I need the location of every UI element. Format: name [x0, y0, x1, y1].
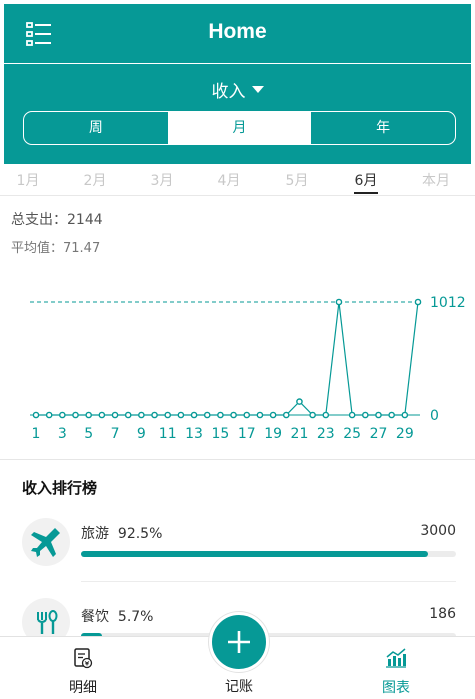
rank-item-name: 旅游 [81, 526, 109, 542]
data-point [98, 411, 106, 419]
data-point [217, 411, 224, 419]
x-tick-label: 5 [84, 426, 93, 442]
x-tick-label: 11 [159, 426, 177, 442]
top-app-bar: Home [4, 4, 471, 63]
x-tick-label: 13 [185, 426, 203, 442]
rank-item-name: 餐饮 [81, 609, 109, 625]
month-tab-2[interactable]: 2月 [70, 170, 120, 190]
segment-week[interactable]: 周 [24, 112, 168, 144]
x-tick-label: 21 [291, 426, 309, 442]
x-tick-label: 3 [58, 426, 67, 442]
rank-progress-track [81, 551, 456, 557]
dropdown-label: 收入 [211, 82, 246, 102]
caret-down-icon [251, 86, 264, 93]
reference-line-label: 0 [430, 408, 439, 424]
data-point [177, 411, 185, 419]
x-tick-label: 25 [343, 426, 361, 442]
data-point [348, 411, 356, 419]
data-point [111, 411, 119, 419]
nav-tab-details[interactable]: 明细 [38, 637, 128, 699]
data-point [401, 411, 409, 419]
nav-tab-charts[interactable]: 图表 [351, 637, 441, 699]
data-point [335, 298, 343, 306]
data-point [190, 411, 198, 419]
month-tab-current[interactable]: 本月 [411, 170, 461, 190]
segment-month[interactable]: 月 [167, 112, 312, 144]
data-point [309, 411, 316, 419]
receipt-icon [74, 648, 93, 669]
x-tick-label: 7 [111, 426, 120, 442]
add-record-label: 记账 [225, 679, 253, 695]
rank-item-percent: 92.5% [117, 526, 163, 542]
add-record-button[interactable] [209, 612, 269, 672]
plus-icon [228, 631, 250, 653]
data-point [282, 411, 290, 419]
data-point [256, 411, 264, 419]
rank-item-label: 餐饮 5.7% [81, 606, 153, 626]
daily-line-chart: 101201 3 5 7 9 11 13 15 17 19 21 23 25 27 29 [30, 295, 466, 442]
period-segmented-control: 周 月 年 [23, 111, 456, 145]
row-divider [81, 581, 456, 582]
airplane-icon [31, 528, 60, 557]
rank-item-amount: 186 [429, 606, 456, 622]
x-tick-label: 15 [211, 426, 229, 442]
average-summary: 平均值：71.47 [11, 241, 101, 256]
data-point [164, 411, 172, 419]
data-point [138, 411, 145, 419]
x-tick-label: 19 [264, 426, 282, 442]
month-tab-4[interactable]: 4月 [204, 170, 254, 190]
rank-item-label: 旅游 92.5% [81, 523, 162, 543]
bar-chart-icon [386, 648, 406, 668]
x-tick-label: 23 [317, 426, 335, 442]
filter-panel: 收入 周 月 年 [4, 64, 471, 164]
active-month-indicator [354, 192, 378, 194]
data-point [72, 411, 79, 419]
rank-progress-fill [81, 551, 428, 557]
nav-tab-label: 图表 [382, 680, 410, 696]
x-tick-label: 27 [370, 426, 388, 442]
series-line [36, 301, 419, 416]
data-point [230, 411, 237, 419]
data-point [45, 411, 53, 419]
data-point [59, 411, 66, 419]
x-tick-label: 9 [137, 426, 146, 442]
rank-item-percent: 5.7% [117, 609, 154, 625]
segment-year[interactable]: 年 [311, 112, 455, 144]
data-point [322, 411, 330, 419]
data-point [362, 411, 369, 419]
x-tick-label: 29 [396, 426, 414, 442]
rank-item-icon-wrap [22, 518, 70, 566]
data-point [414, 298, 422, 306]
section-divider [0, 459, 475, 460]
data-point [269, 411, 277, 419]
data-point [375, 411, 382, 419]
data-point [85, 411, 92, 419]
app-screen: Home 收入 周 月 年 1月 2月 3月 4月 5月 6月 本月 总支出：2… [0, 0, 475, 699]
month-tabs: 1月 2月 3月 4月 5月 6月 本月 [0, 164, 475, 196]
nav-tab-label: 明细 [69, 680, 97, 696]
data-point [388, 411, 395, 419]
reference-line-label: 1012 [430, 295, 466, 311]
data-point [243, 411, 251, 419]
x-tick-label: 17 [238, 426, 256, 442]
data-point [296, 398, 303, 405]
data-point [32, 411, 40, 419]
total-summary: 总支出：2144 [11, 212, 103, 228]
data-point [124, 411, 132, 419]
rank-item-amount: 3000 [420, 523, 456, 539]
ranking-title: 收入排行榜 [22, 479, 98, 497]
income-dropdown[interactable]: 收入 [4, 77, 471, 102]
page-title: Home [208, 20, 267, 43]
x-tick-label: 1 [32, 426, 41, 442]
month-tab-1[interactable]: 1月 [3, 170, 53, 190]
month-tab-6[interactable]: 6月 [341, 170, 391, 190]
month-tab-5[interactable]: 5月 [272, 170, 322, 190]
data-point [151, 411, 158, 419]
month-tab-3[interactable]: 3月 [137, 170, 187, 190]
data-point [203, 411, 211, 419]
